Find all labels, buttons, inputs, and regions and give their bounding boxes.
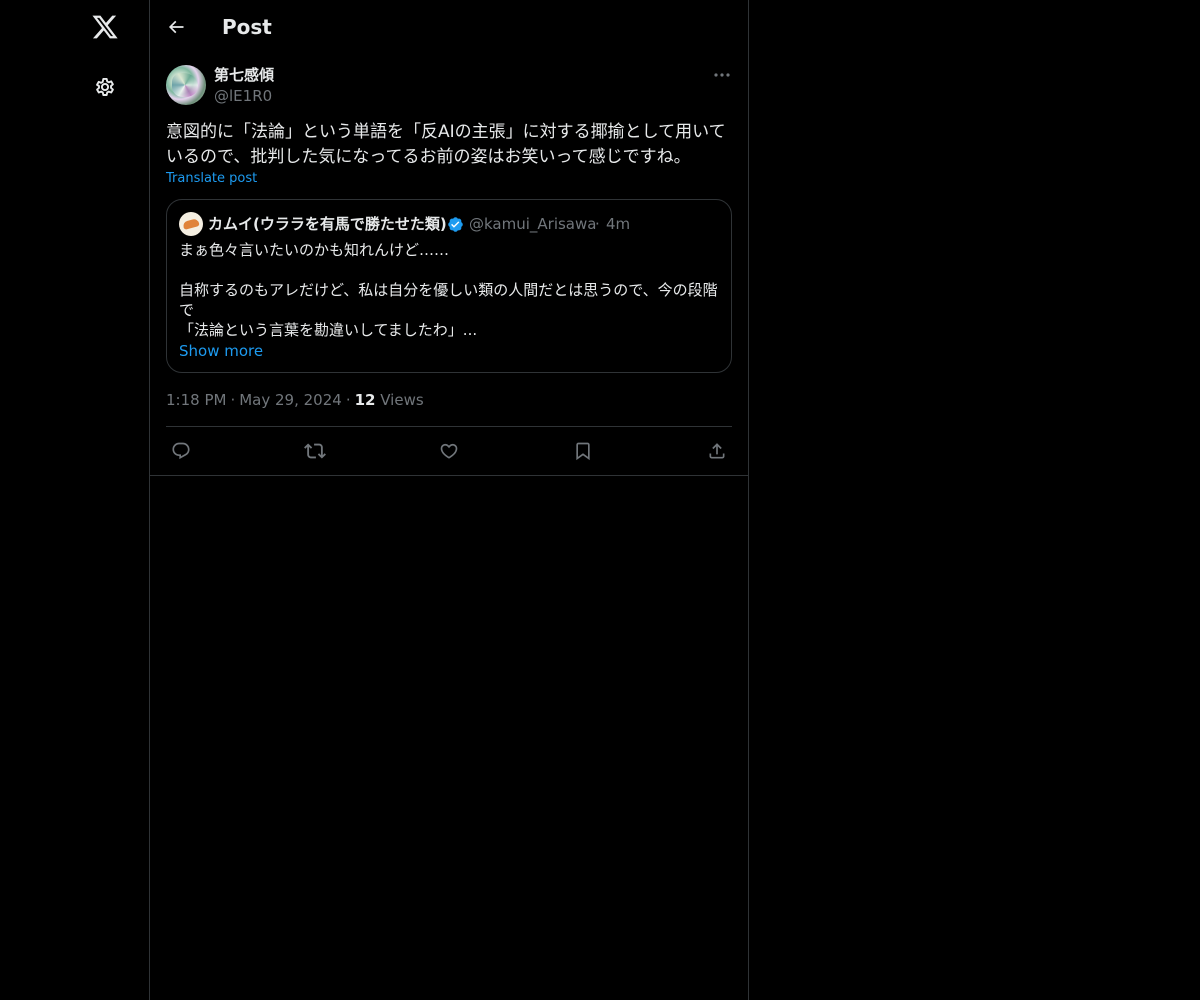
action-bar <box>166 426 732 475</box>
views-label: Views <box>380 391 424 409</box>
main-column: Post 第七感傾 @lE1R0 意図的に「法論」という単語を「反AIの主張」に… <box>150 0 749 1000</box>
avatar[interactable] <box>166 65 206 105</box>
quote-author-handle: @kamui_Arisawa <box>469 215 597 233</box>
author-handle[interactable]: @lE1R0 <box>214 86 272 106</box>
quote-text-line: まぁ色々言いたいのかも知れんけど…… <box>179 241 450 259</box>
quote-text-line: で <box>179 301 195 319</box>
post-text-line: 意図的に「法論」という単語を「反AIの主張」に対する揶揄として用いて <box>166 122 726 142</box>
views-count: 12 <box>354 391 376 409</box>
quote-time: 4m <box>606 215 631 233</box>
post-text-line: いるので、批判した気になってるお前の姿はお笑いって感じですね。 <box>166 147 691 167</box>
share-icon[interactable] <box>704 438 730 464</box>
translate-post-link[interactable]: Translate post <box>166 170 257 188</box>
quote-author-name: カムイ(ウララを有馬で勝たせた類) <box>208 215 447 233</box>
more-options-icon[interactable] <box>708 63 736 87</box>
reply-icon[interactable] <box>168 438 194 464</box>
quoted-post[interactable]: カムイ(ウララを有馬で勝たせた類) @kamui_Arisawa · 4m まぁ… <box>166 199 732 373</box>
post-timestamp[interactable]: 1:18 PM <box>166 391 226 409</box>
verified-badge-icon <box>447 216 464 233</box>
page-header: Post <box>150 0 748 54</box>
author-name[interactable]: 第七感傾 <box>214 65 274 85</box>
app-root: Post 第七感傾 @lE1R0 意図的に「法論」という単語を「反AIの主張」に… <box>0 0 1200 1000</box>
x-logo-icon[interactable] <box>83 5 127 49</box>
heart-icon[interactable] <box>436 438 462 464</box>
quote-separator: · <box>595 215 600 233</box>
quote-text-line: 自称するのもアレだけど、私は自分を優しい類の人間だとは思うので、今の段階 <box>179 281 718 299</box>
arrow-left-icon[interactable] <box>158 9 194 45</box>
gear-icon[interactable] <box>83 65 127 109</box>
bookmark-icon[interactable] <box>570 438 596 464</box>
left-nav <box>0 0 150 1000</box>
show-more-link[interactable]: Show more <box>179 341 263 361</box>
post-text: 意図的に「法論」という単語を「反AIの主張」に対する揶揄として用いて いるので、… <box>166 120 732 170</box>
meta-separator: · <box>230 391 236 409</box>
repost-icon[interactable] <box>302 438 328 464</box>
post-meta: 1:18 PM · May 29, 2024 · 12 Views <box>166 390 424 410</box>
post: 第七感傾 @lE1R0 意図的に「法論」という単語を「反AIの主張」に対する揶揄… <box>150 54 748 476</box>
quote-avatar <box>179 212 203 236</box>
quote-text-line: 「法論という言葉を勘違いしてましたわ」... <box>179 321 478 339</box>
meta-separator: · <box>345 391 351 409</box>
post-date[interactable]: May 29, 2024 <box>239 391 342 409</box>
page-title: Post <box>222 15 272 39</box>
